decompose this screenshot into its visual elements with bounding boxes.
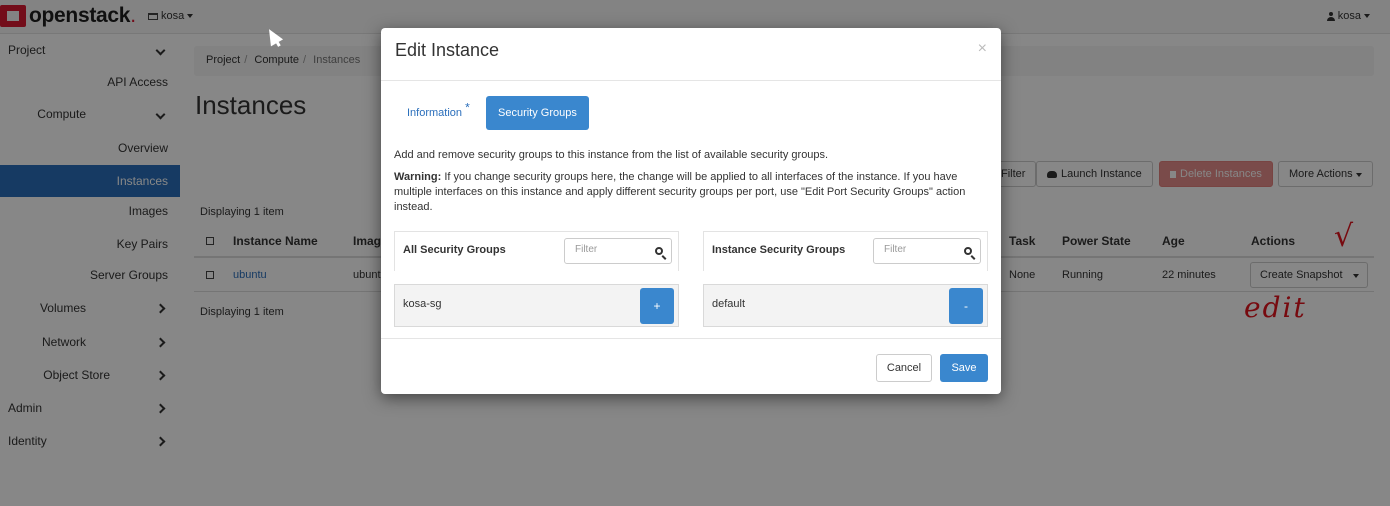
instance-security-groups-title: Instance Security Groups bbox=[712, 244, 846, 256]
search-icon bbox=[655, 247, 663, 255]
instance-security-groups-panel: Instance Security Groups Filter default … bbox=[703, 231, 988, 327]
list-item: kosa-sg + bbox=[394, 284, 679, 327]
all-security-groups-title: All Security Groups bbox=[403, 244, 506, 256]
all-security-groups-filter-input[interactable]: Filter bbox=[564, 238, 672, 264]
save-button[interactable]: Save bbox=[940, 354, 988, 382]
cancel-button[interactable]: Cancel bbox=[876, 354, 932, 382]
list-item: default - bbox=[703, 284, 988, 327]
required-marker: * bbox=[465, 100, 470, 115]
instance-security-groups-header: Instance Security Groups Filter bbox=[703, 231, 988, 271]
tab-security-groups[interactable]: Security Groups bbox=[486, 96, 589, 130]
warning-body: If you change security groups here, the … bbox=[394, 171, 966, 213]
add-security-group-button[interactable]: + bbox=[640, 288, 674, 324]
modal-footer-divider bbox=[381, 338, 1001, 339]
all-security-groups-header: All Security Groups Filter bbox=[394, 231, 679, 271]
modal-header-divider bbox=[381, 80, 1001, 81]
security-group-name: kosa-sg bbox=[403, 298, 442, 310]
all-security-groups-panel: All Security Groups Filter kosa-sg + bbox=[394, 231, 679, 327]
filter-placeholder: Filter bbox=[575, 244, 598, 255]
security-group-name: default bbox=[712, 298, 746, 310]
tab-security-groups-label: Security Groups bbox=[498, 107, 577, 119]
warning-label: Warning: bbox=[394, 171, 442, 183]
filter-placeholder: Filter bbox=[884, 244, 907, 255]
search-icon bbox=[964, 247, 972, 255]
instance-security-groups-filter-input[interactable]: Filter bbox=[873, 238, 981, 264]
modal-title: Edit Instance bbox=[395, 40, 500, 60]
help-text: Add and remove security groups to this i… bbox=[394, 149, 829, 161]
warning-text: Warning: If you change security groups h… bbox=[394, 170, 988, 215]
edit-instance-modal: Edit Instance × Information * Security G… bbox=[381, 28, 1001, 394]
tab-information-label: Information bbox=[407, 107, 463, 119]
close-icon[interactable]: × bbox=[978, 40, 987, 58]
tab-information[interactable]: Information * bbox=[395, 96, 482, 130]
remove-security-group-button[interactable]: - bbox=[949, 288, 983, 324]
